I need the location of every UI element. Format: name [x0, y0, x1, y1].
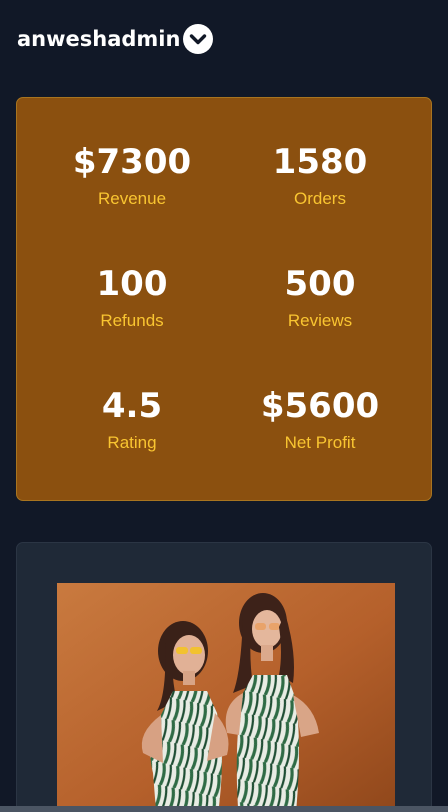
stat-net-profit: $5600 Net Profit: [225, 386, 415, 454]
username: anweshadmin: [17, 27, 181, 51]
stat-label: Net Profit: [284, 433, 356, 452]
stat-value: $5600: [260, 386, 380, 426]
product-image-card: [16, 542, 432, 812]
stat-label: Reviews: [287, 311, 353, 330]
stat-value: 500: [284, 264, 356, 304]
stat-refunds: 100 Refunds: [37, 264, 227, 332]
stat-revenue: $7300 Revenue: [37, 142, 227, 210]
user-menu[interactable]: anweshadmin: [17, 22, 214, 56]
product-photo[interactable]: [57, 583, 395, 812]
scrollbar-track: [0, 806, 448, 812]
stat-label: Orders: [294, 189, 346, 208]
stat-reviews: 500 Reviews: [225, 264, 415, 332]
stat-label: Rating: [107, 433, 157, 452]
stat-label: Revenue: [97, 189, 167, 208]
dashboard-page: anweshadmin $7300 Revenue 1580 Orders 10…: [0, 0, 448, 812]
stat-value: $7300: [72, 142, 192, 182]
stat-orders: 1580 Orders: [225, 142, 415, 210]
stat-value: 100: [96, 264, 168, 304]
stat-rating: 4.5 Rating: [37, 386, 227, 454]
stat-label: Refunds: [100, 311, 164, 330]
stat-value: 4.5: [101, 386, 163, 426]
stat-value: 1580: [272, 142, 368, 182]
stats-card: $7300 Revenue 1580 Orders 100 Refunds 50…: [16, 97, 432, 501]
chevron-down-icon[interactable]: [183, 24, 214, 54]
